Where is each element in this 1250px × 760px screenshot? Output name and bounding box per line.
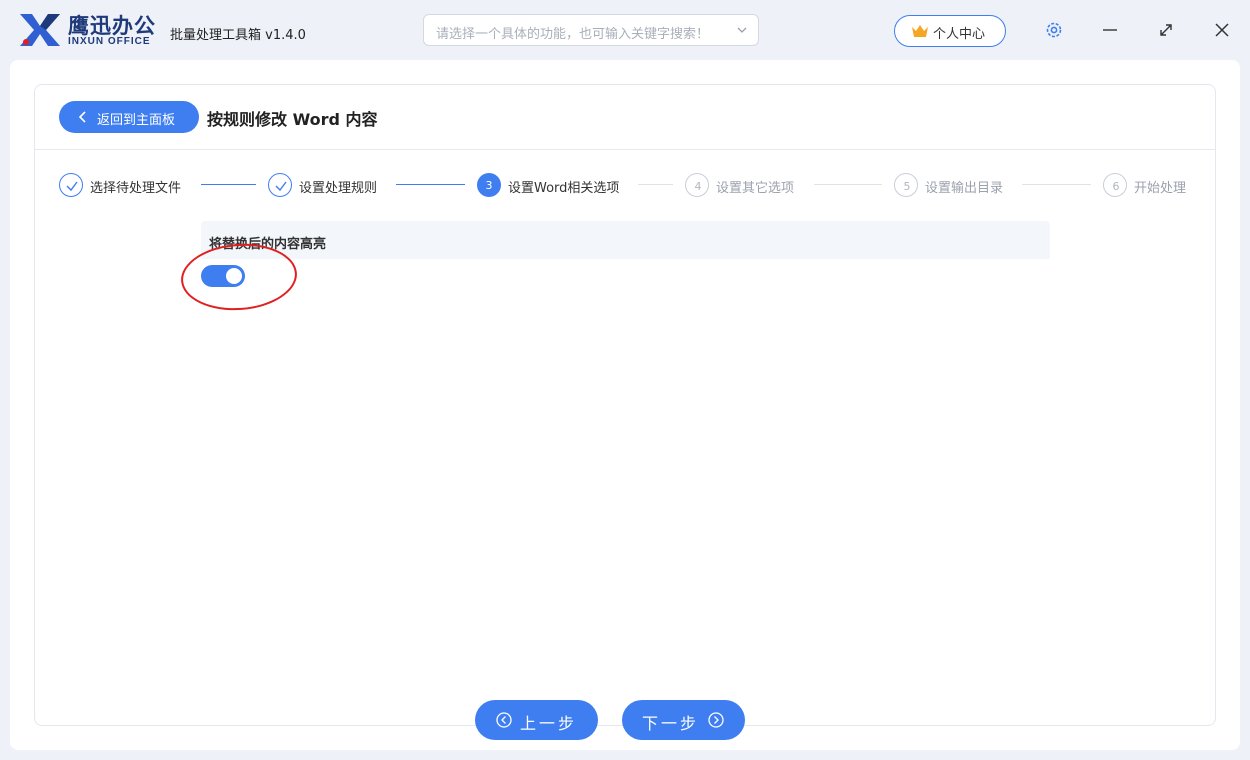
step-connector <box>814 184 882 185</box>
page-title: 按规则修改 Word 内容 <box>207 110 378 129</box>
next-step-button[interactable]: 下一步 <box>622 700 745 740</box>
step-check-circle <box>268 173 292 197</box>
step-number-circle: 6 <box>1103 173 1127 197</box>
header-divider <box>35 149 1215 150</box>
search-placeholder: 请选择一个具体的功能，也可输入关键字搜索！ <box>436 27 710 42</box>
minimize-icon[interactable] <box>1098 18 1122 42</box>
circle-chevron-left-icon <box>496 712 512 728</box>
gear-icon[interactable] <box>1042 18 1066 42</box>
user-center-button[interactable]: 个人中心 <box>894 15 1006 47</box>
function-search-input[interactable]: 请选择一个具体的功能，也可输入关键字搜索！ <box>423 14 759 46</box>
chevron-down-icon[interactable] <box>736 24 748 36</box>
step-number: 5 <box>903 180 911 193</box>
app-title: 批量处理工具箱 v1.4.0 <box>170 28 306 43</box>
step-connector <box>1022 184 1091 185</box>
highlight-option-header: 将替换后的内容高亮 <box>201 221 1050 259</box>
step-number: 6 <box>1112 180 1120 193</box>
step-label: 设置处理规则 <box>299 181 378 196</box>
step-label: 设置Word相关选项 <box>508 181 620 196</box>
check-icon <box>275 181 287 192</box>
circle-chevron-right-icon <box>708 712 724 728</box>
back-button-label: 返回到主面板 <box>97 113 176 128</box>
close-icon[interactable] <box>1210 18 1234 42</box>
step-label: 选择待处理文件 <box>90 181 182 196</box>
chevron-left-icon <box>78 111 86 123</box>
back-to-main-button[interactable]: 返回到主面板 <box>59 101 199 133</box>
step-number-circle: 4 <box>685 173 709 197</box>
maximize-icon[interactable] <box>1154 18 1178 42</box>
inxun-logo-icon <box>20 14 60 46</box>
step-number-circle: 3 <box>477 173 501 197</box>
previous-step-button[interactable]: 上一步 <box>475 700 598 740</box>
user-center-label: 个人中心 <box>933 27 986 42</box>
check-icon <box>66 181 78 192</box>
step-number: 3 <box>485 179 493 192</box>
step-check-circle <box>59 173 83 197</box>
step-connector <box>201 184 256 185</box>
title-bar: 鹰迅办公 INXUN OFFICE 批量处理工具箱 v1.4.0 请选择一个具体… <box>0 0 1250 60</box>
brand-name-en: INXUN OFFICE <box>68 36 151 47</box>
step-label: 设置输出目录 <box>925 181 1004 196</box>
step-number: 4 <box>694 180 702 193</box>
crown-icon <box>912 25 928 37</box>
step-label: 设置其它选项 <box>716 181 795 196</box>
step-connector <box>638 184 673 185</box>
previous-step-label: 上一步 <box>520 714 578 733</box>
step-connector <box>396 184 465 185</box>
step-label: 开始处理 <box>1134 181 1187 196</box>
step-number-circle: 5 <box>894 173 918 197</box>
content-card <box>34 84 1216 726</box>
next-step-label: 下一步 <box>642 714 700 733</box>
